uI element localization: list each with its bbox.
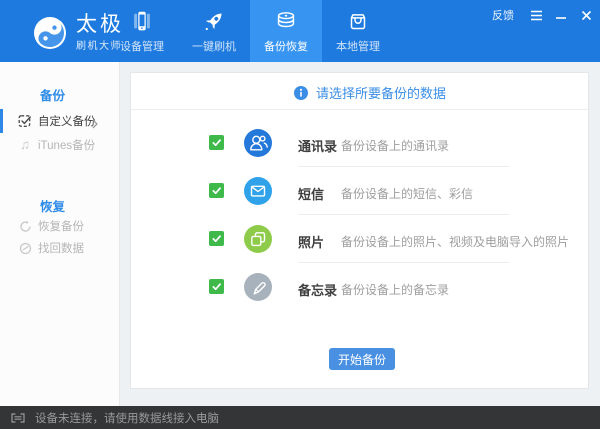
sidebar-item-label: 找回数据 bbox=[38, 240, 84, 256]
restore-arrow-icon bbox=[18, 219, 32, 233]
contacts-icon bbox=[244, 129, 272, 157]
sidebar-item-itunes-backup[interactable]: ♫ iTunes备份 bbox=[0, 133, 120, 157]
minimize-icon[interactable] bbox=[554, 8, 568, 22]
titlebar: 太极 刷机大师 设备管理 bbox=[0, 0, 600, 62]
selected-indicator bbox=[0, 109, 3, 133]
sidebar-section-backup: 备份 bbox=[40, 85, 65, 104]
database-icon bbox=[273, 9, 299, 35]
tab-backup-restore[interactable]: 备份恢复 bbox=[250, 0, 322, 62]
sidebar: 备份 自定义备份 ♫ iTunes备份 恢复 恢复备份 bbox=[0, 62, 120, 407]
recover-circle-icon bbox=[18, 241, 32, 255]
item-description: 备份设备上的通讯录 bbox=[341, 137, 449, 154]
contacts-checkbox[interactable] bbox=[209, 135, 224, 150]
statusbar: 设备未连接，请使用数据线接入电脑 bbox=[0, 406, 600, 429]
checkbox-check-icon bbox=[18, 114, 32, 128]
tab-label: 备份恢复 bbox=[264, 38, 308, 54]
tab-local-management[interactable]: 本地管理 bbox=[322, 0, 394, 62]
sidebar-item-recover-data[interactable]: 找回数据 bbox=[0, 236, 120, 260]
music-note-icon: ♫ bbox=[18, 138, 32, 152]
tab-label: 设备管理 bbox=[120, 38, 164, 54]
tab-one-click-flash[interactable]: 一键刷机 bbox=[178, 0, 250, 62]
feedback-link[interactable]: 反馈 bbox=[492, 7, 514, 23]
phone-icon bbox=[129, 9, 155, 35]
sidebar-item-restore-backup[interactable]: 恢复备份 bbox=[0, 214, 120, 238]
prompt-row: 请选择所要备份的数据 bbox=[294, 83, 446, 102]
taiji-logo-icon bbox=[33, 16, 67, 50]
item-label: 备忘录 bbox=[298, 280, 337, 299]
main-nav-tabs: 设备管理 一键刷机 备份恢复 bbox=[106, 0, 394, 62]
window-controls: 反馈 bbox=[492, 7, 593, 23]
notes-icon bbox=[244, 273, 272, 301]
bag-icon bbox=[345, 9, 371, 35]
item-description: 备份设备上的照片、视频及电脑导入的照片 bbox=[341, 233, 569, 250]
prompt-text: 请选择所要备份的数据 bbox=[316, 83, 446, 102]
sms-checkbox[interactable] bbox=[209, 183, 224, 198]
rocket-icon bbox=[201, 9, 227, 35]
backup-item-contacts[interactable]: 通讯录 备份设备上的通讯录 bbox=[131, 119, 588, 167]
tab-label: 一键刷机 bbox=[192, 38, 236, 54]
item-label: 短信 bbox=[298, 184, 324, 203]
connection-status-text: 设备未连接，请使用数据线接入电脑 bbox=[35, 410, 219, 426]
menu-icon[interactable] bbox=[529, 8, 543, 22]
close-icon[interactable] bbox=[579, 8, 593, 22]
sidebar-item-label: 恢复备份 bbox=[38, 218, 84, 234]
notes-checkbox[interactable] bbox=[209, 279, 224, 294]
divider bbox=[131, 109, 588, 110]
photos-icon bbox=[244, 225, 272, 253]
item-label: 通讯录 bbox=[298, 136, 337, 155]
start-backup-button[interactable]: 开始备份 bbox=[329, 348, 395, 370]
backup-selection-panel: 请选择所要备份的数据 通讯录 备份设备上的通讯录 短信 bbox=[130, 72, 589, 389]
item-description: 备份设备上的短信、彩信 bbox=[341, 185, 473, 202]
backup-item-photos[interactable]: 照片 备份设备上的照片、视频及电脑导入的照片 bbox=[131, 215, 588, 263]
tab-label: 本地管理 bbox=[336, 38, 380, 54]
tab-device-management[interactable]: 设备管理 bbox=[106, 0, 178, 62]
sidebar-section-restore: 恢复 bbox=[40, 196, 65, 215]
chevron-right-icon bbox=[92, 116, 98, 134]
photos-checkbox[interactable] bbox=[209, 231, 224, 246]
info-icon bbox=[294, 86, 308, 100]
backup-item-notes[interactable]: 备忘录 备份设备上的备忘录 bbox=[131, 263, 588, 311]
sidebar-item-label: 自定义备份 bbox=[38, 113, 96, 129]
sidebar-item-custom-backup[interactable]: 自定义备份 bbox=[0, 109, 120, 133]
backup-item-sms[interactable]: 短信 备份设备上的短信、彩信 bbox=[131, 167, 588, 215]
item-description: 备份设备上的备忘录 bbox=[341, 281, 449, 298]
sidebar-item-label: iTunes备份 bbox=[38, 137, 95, 153]
sms-icon bbox=[244, 177, 272, 205]
cable-connector-icon bbox=[10, 413, 26, 423]
item-label: 照片 bbox=[298, 232, 324, 251]
